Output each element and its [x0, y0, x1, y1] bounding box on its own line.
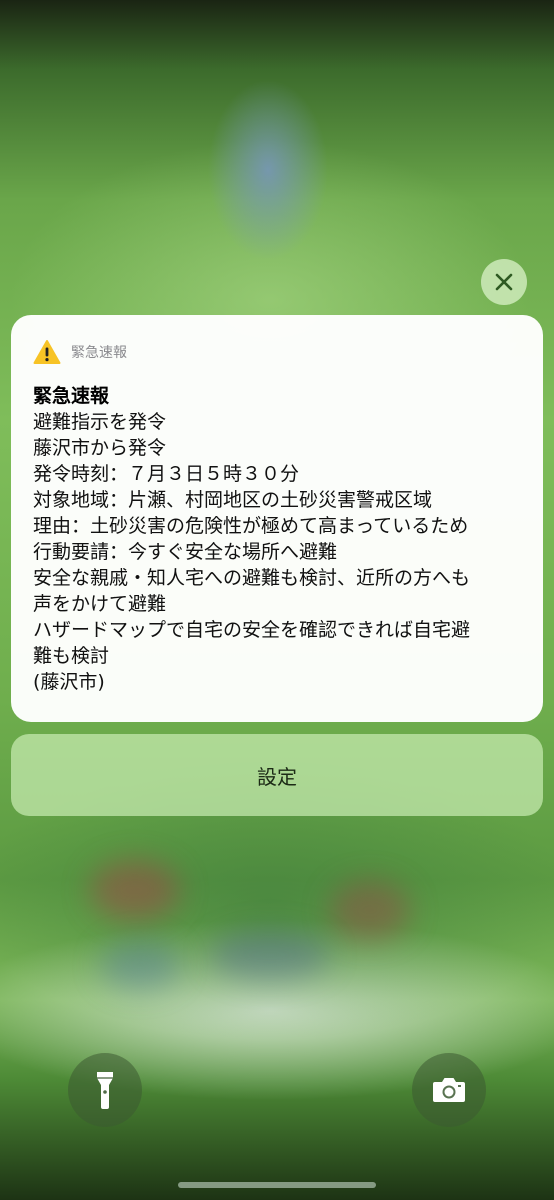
notification-body-line: 行動要請：今すぐ安全な場所へ避難 — [33, 541, 338, 563]
wallpaper-blur — [330, 880, 410, 940]
notification-body-line: 避難指示を発令 — [33, 411, 167, 433]
warning-triangle-icon — [33, 340, 61, 364]
emergency-alert-notification[interactable]: 緊急速報 緊急速報 避難指示を発令 藤沢市から発令 発令時刻：７月３日５時３０分… — [11, 315, 543, 722]
notification-body-line: 対象地域：片瀬、村岡地区の土砂災害警戒区域 — [33, 489, 433, 511]
notification-title: 緊急速報 — [33, 385, 110, 407]
close-icon — [495, 273, 513, 291]
notification-body-line: 声をかけて避難 — [33, 593, 167, 615]
notification-body-line: 理由：土砂災害の危険性が極めて高まっているため — [33, 515, 469, 537]
notification-header: 緊急速報 — [33, 337, 527, 367]
notification-body-line: 藤沢市から発令 — [33, 437, 167, 459]
notification-body-line: 安全な親戚・知人宅への避難も検討、近所の方へも — [33, 567, 471, 589]
dismiss-notification-button[interactable] — [481, 259, 527, 305]
notification-body-line: ハザードマップで自宅の安全を確認できれば自宅避 — [33, 619, 471, 641]
notification-body-line: 発令時刻：７月３日５時３０分 — [33, 463, 300, 485]
wallpaper-blur — [100, 940, 180, 990]
notification-body: 避難指示を発令 藤沢市から発令 発令時刻：７月３日５時３０分 対象地域：片瀬、村… — [33, 409, 527, 695]
notification-body-line: (藤沢市) — [33, 671, 105, 693]
flashlight-icon — [97, 1072, 113, 1109]
lock-screen: 緊急速報 緊急速報 避難指示を発令 藤沢市から発令 発令時刻：７月３日５時３０分… — [0, 0, 554, 1200]
camera-button[interactable] — [412, 1053, 486, 1127]
flashlight-button[interactable] — [68, 1053, 142, 1127]
wallpaper-blur — [90, 860, 180, 920]
camera-icon — [433, 1078, 465, 1102]
wallpaper-blur — [210, 930, 330, 980]
home-indicator[interactable] — [178, 1182, 376, 1188]
notification-body-line: 難も検討 — [33, 645, 110, 667]
settings-button[interactable]: 設定 — [11, 734, 543, 816]
notification-app-name: 緊急速報 — [71, 345, 127, 361]
